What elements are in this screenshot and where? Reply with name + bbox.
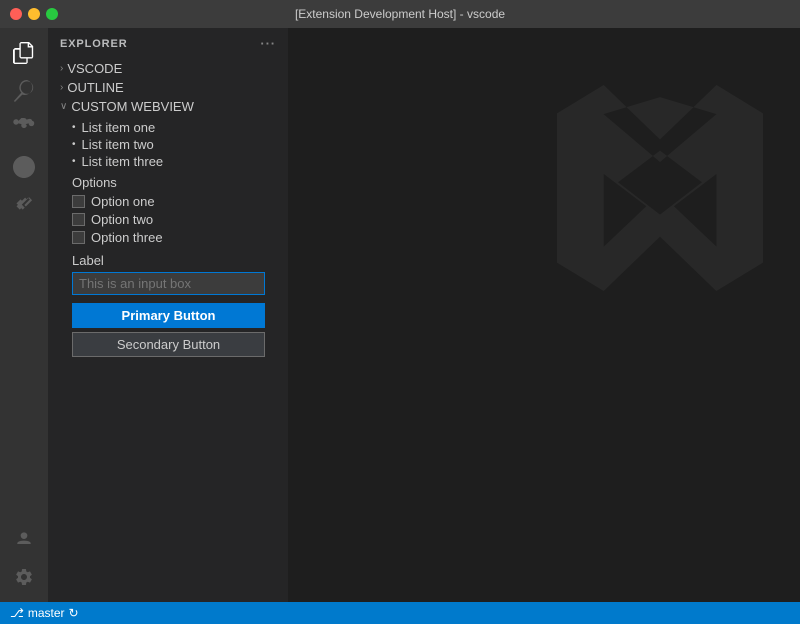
account-activity-icon[interactable]: [7, 522, 41, 556]
sync-icon[interactable]: ↻: [69, 606, 79, 620]
bullet-icon: •: [72, 139, 76, 150]
sidebar-title: Explorer: [60, 38, 128, 50]
field-label: Label: [72, 253, 276, 268]
primary-button[interactable]: Primary Button: [72, 303, 265, 328]
minimize-button[interactable]: [28, 8, 40, 20]
checkbox-three-label: Option three: [91, 230, 163, 245]
bullet-icon: •: [72, 156, 76, 167]
secondary-button[interactable]: Secondary Button: [72, 332, 265, 357]
chevron-right-icon: ›: [60, 82, 63, 93]
title-bar: [Extension Development Host] - vscode: [0, 0, 800, 28]
close-button[interactable]: [10, 8, 22, 20]
activity-bar: [0, 28, 48, 602]
checkbox-option-three[interactable]: Option three: [72, 230, 276, 245]
maximize-button[interactable]: [46, 8, 58, 20]
vscode-label: VSCODE: [67, 61, 122, 76]
checkbox-option-one[interactable]: Option one: [72, 194, 276, 209]
list-item: • List item two: [72, 137, 276, 152]
list-item: • List item one: [72, 120, 276, 135]
sidebar-header-icons[interactable]: ···: [260, 36, 276, 51]
status-bar: ⎇ master ↻: [0, 602, 800, 624]
search-activity-icon[interactable]: [7, 74, 41, 108]
outline-label: OUTLINE: [67, 80, 123, 95]
options-label: Options: [72, 175, 276, 190]
vscode-watermark-icon: [550, 78, 770, 298]
explorer-activity-icon[interactable]: [7, 36, 41, 70]
activity-bar-bottom: [7, 522, 41, 602]
source-control-activity-icon[interactable]: [7, 112, 41, 146]
sidebar-item-vscode[interactable]: › VSCODE: [48, 59, 288, 78]
chevron-down-icon: ∨: [60, 101, 67, 112]
webview-content: • List item one • List item two • List i…: [48, 116, 288, 365]
run-activity-icon[interactable]: [7, 150, 41, 184]
list-item-two: List item two: [82, 137, 154, 152]
bullet-icon: •: [72, 122, 76, 133]
editor-area: [288, 28, 800, 602]
extensions-activity-icon[interactable]: [7, 188, 41, 222]
sidebar-item-outline[interactable]: › OUTLINE: [48, 78, 288, 97]
sidebar: Explorer ··· › VSCODE › OUTLINE ∨ CUSTOM…: [48, 28, 288, 602]
checkbox-option-two[interactable]: Option two: [72, 212, 276, 227]
list-item-three: List item three: [82, 154, 164, 169]
list-item: • List item three: [72, 154, 276, 169]
settings-activity-icon[interactable]: [7, 560, 41, 594]
app-body: Explorer ··· › VSCODE › OUTLINE ∨ CUSTOM…: [0, 28, 800, 602]
list-item-one: List item one: [82, 120, 156, 135]
window-title: [Extension Development Host] - vscode: [295, 7, 505, 21]
sidebar-header: Explorer ···: [48, 28, 288, 59]
checkbox-three-input[interactable]: [72, 231, 85, 244]
git-branch[interactable]: ⎇ master ↻: [10, 606, 79, 620]
checkbox-one-label: Option one: [91, 194, 155, 209]
window-controls[interactable]: [10, 8, 58, 20]
chevron-right-icon: ›: [60, 63, 63, 74]
checkbox-one-input[interactable]: [72, 195, 85, 208]
checkbox-two-input[interactable]: [72, 213, 85, 226]
git-branch-icon: ⎇: [10, 606, 24, 620]
checkbox-two-label: Option two: [91, 212, 153, 227]
text-input[interactable]: [72, 272, 265, 295]
custom-webview-label: CUSTOM WEBVIEW: [71, 99, 194, 114]
branch-name: master: [28, 606, 65, 620]
sidebar-item-custom-webview[interactable]: ∨ CUSTOM WEBVIEW: [48, 97, 288, 116]
